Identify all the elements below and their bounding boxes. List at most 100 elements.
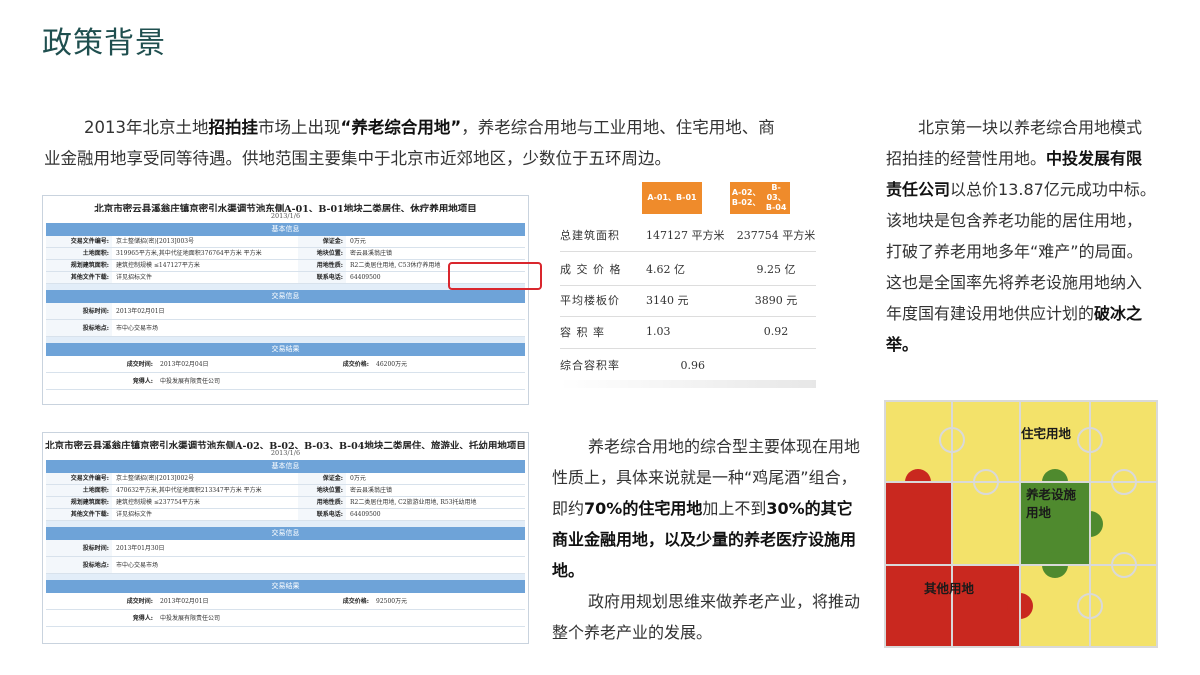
band-basic-info: 基本信息 [46,223,525,236]
doc-body: 基本信息 交易文件编号: 京土整储招(密)[2013]003号 保证金: 0万元 土地… [46,223,525,390]
highlight-box [448,262,542,290]
band-trade-info: 交易信息 [46,527,525,540]
doc-title: 北京市密云县溪翁庄镇京密引水渠调节池东侧A-01、B-01地块二类居住、休疗养用… [94,204,477,212]
cell-label: 用地性质: [298,497,346,508]
cell-label: 交易文件编号: [46,473,112,484]
right-text-2: 以总价13.87亿元成功中标。该地块是包含养老功能的居住用地，打破了养老用地多年… [886,180,1156,323]
stat-value-1: 0.96 [680,358,705,372]
intro-paragraph: 2013年北京土地招拍挂市场上出现“养老综合用地”，养老综合用地与工业用地、住宅… [44,112,784,174]
cell-label: 投标时间: [46,540,112,556]
stat-label: 平均楼板价 [560,293,620,307]
middle-paragraph-2: 政府用规划思维来做养老产业，将推动整个养老产业的发展。 [552,592,861,642]
cell-value: 密云县溪翁庄镇 [350,487,393,494]
cell-label: 投标地点: [46,557,112,573]
table-row: 投标地点: 市中心交易市场 [46,320,525,337]
intro-text-2: 市场上出现 [258,118,341,137]
band-basic-info: 基本信息 [46,460,525,473]
cell-label: 地块位置: [298,248,346,259]
cell-value: 京土整储招(密)[2013]002号 [116,475,195,482]
cell-value: 319965平方米,其中代征地面积376764平方米 平方米 [116,250,262,257]
intro-bold-2: “养老综合用地” [340,118,462,137]
cell-value: 建筑控制规模 ≤237754平方米 [116,499,200,506]
stat-value-1: 4.62 亿 [646,262,685,276]
stat-label: 总建筑面积 [560,228,620,242]
stat-value-2: 9.25 亿 [756,262,796,276]
cell-label: 地块位置: [298,485,346,496]
cell-label: 规划建筑面积: [46,497,112,508]
cell-value: 密云县溪翁庄镇 [350,250,393,257]
cell-label: 成交价格: [342,598,369,605]
band-trade-result: 交易结果 [46,580,525,593]
table-row: 土地面积: 470632平方米,其中代征地面积213347平方米 平方米 地块位置:… [46,485,525,497]
band-trade-result: 交易结果 [46,343,525,356]
stat-row: 综合容积率 0.96 [560,348,816,382]
cell-label: 竞得人: [132,378,153,385]
doc-title: 北京市密云县溪翁庄镇京密引水渠调节池东侧A-02、B-02、B-03、B-04地… [45,441,526,449]
label-line: 养老设施 [1026,487,1077,502]
table-row: 交易文件编号: 京土整储招(密)[2013]002号 保证金: 0万元 [46,473,525,485]
cell-label: 交易文件编号: [46,236,112,247]
cell-label: 其他文件下载: [46,272,112,283]
stat-value-1: 1.03 [646,325,671,338]
stat-value-2: 0.92 [763,325,789,338]
stat-header-line: B-03、B-04 [765,183,787,212]
cell-label: 竞得人: [132,615,153,622]
cell-value: R2二类居住用地, C2旅游业用地, R53托幼用地 [350,499,477,506]
page-title: 政策背景 [42,26,166,61]
stat-table-shadow [560,380,816,388]
stat-row: 成 交 价 格 4.62 亿 9.25 亿 [560,252,816,286]
land-use-highlight: C53休疗养用地 [398,262,441,269]
doc-date: 2013/1/6 [270,449,301,457]
cell-label: 联系电话: [298,509,346,520]
mid-text-2: 加上不到 [702,499,767,518]
stat-value-1: 147127 平方米 [646,228,725,242]
table-row: 土地面积: 319965平方米,其中代征地面积376764平方米 平方米 地块位置:… [46,248,525,260]
middle-paragraph-1: 养老综合用地的综合型主要体现在用地性质上，具体来说就是一种“鸡尾酒”组合，即约7… [552,431,864,586]
cell-label: 投标时间: [46,303,112,319]
cell-value: 0万元 [350,238,366,245]
cell-value: 2013年02月01日 [116,308,165,315]
stat-row: 容 积 率 1.03 0.92 [560,315,816,349]
cell-value: 2013年01月30日 [116,545,165,552]
cell-value: 建筑控制规模 ≤147127平方米 [116,262,200,269]
mid-bold-1: 70%的住宅用地 [584,499,703,518]
table-row: 投标时间: 2013年01月30日 [46,540,525,557]
land-doc-card-1: 北京市密云县溪翁庄镇京密引水渠调节池东侧A-01、B-01地块二类居住、休疗养用… [42,195,529,405]
stat-header-line: A-02、B-02、 [731,188,761,207]
right-text: 北京第一块以养老综合用地模式招拍挂的经营性用地。中投发展有限责任公司以总价13.… [886,112,1156,360]
cell-label: 联系电话: [298,272,346,283]
middle-text: 养老综合用地的综合型主要体现在用地性质上，具体来说就是一种“鸡尾酒”组合，即约7… [552,431,864,648]
table-row: 竞得人: 中投发展有限责任公司 [46,610,525,627]
download-link[interactable]: 详见招标文件 [112,509,298,520]
cell-label: 土地面积: [46,248,112,259]
doc-body: 基本信息 交易文件编号: 京土整储招(密)[2013]002号 保证金: 0万元 土地… [46,460,525,627]
stat-value-2: 3890 元 [754,293,798,307]
stat-label: 容 积 率 [560,325,605,339]
puzzle-illustration: 住宅用地 养老设施 用地 其他用地 [884,400,1158,648]
cell-label: 土地面积: [46,485,112,496]
stat-value-2: 237754 平方米 [736,228,816,242]
cell-value: 市中心交易市场 [116,562,159,569]
download-link[interactable]: 详见招标文件 [112,272,298,283]
stat-header-plot-1: A-01、B-01 [642,182,702,214]
stat-row: 总建筑面积 147127 平方米 237754 平方米 [560,218,816,252]
table-row: 竞得人: 中投发展有限责任公司 [46,373,525,390]
stat-row: 平均楼板价 3140 元 3890 元 [560,283,816,317]
cell-value: 470632平方米,其中代征地面积213347平方米 平方米 [116,487,262,494]
cell-value: 中投发展有限责任公司 [160,615,221,622]
stat-label: 成 交 价 格 [560,262,622,276]
table-row: 其他文件下载: 详见招标文件 联系电话: 64409500 [46,509,525,521]
cell-value: 中投发展有限责任公司 [160,378,221,385]
table-row: 规划建筑面积: 建筑控制规模 ≤237754平方米 用地性质: R2二类居住用地, C… [46,497,525,509]
puzzle-label-residential: 住宅用地 [1021,426,1072,441]
cell-label: 成交价格: [342,361,369,368]
intro-bold-1: 招拍挂 [208,118,259,137]
cell-label: 规划建筑面积: [46,260,112,271]
puzzle-label-elderly: 养老设施 用地 [1026,486,1076,522]
cell-value: 0万元 [350,475,366,482]
cell-label: 保证金: [298,473,346,484]
cell-label: 成交时间: [126,598,153,605]
cell-value: 46200万元 [376,361,408,368]
band-trade-info: 交易信息 [46,290,525,303]
cell-label: 其他文件下载: [46,509,112,520]
